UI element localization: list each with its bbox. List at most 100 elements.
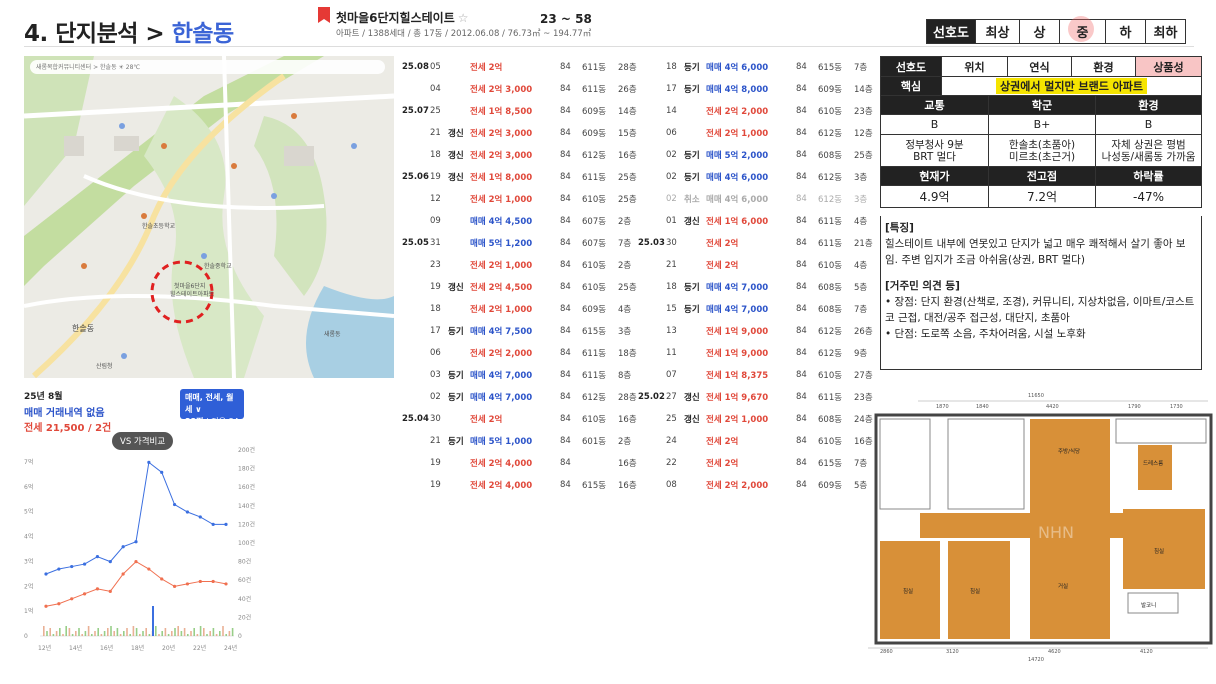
bookmark-icon[interactable] [318, 7, 330, 23]
transaction-row[interactable]: 25.02 27 갱신 전세 1억 9,670 84 611동 23층 [638, 386, 878, 408]
transaction-row[interactable]: 22 전세 2억 84 615동 7층 [638, 452, 878, 474]
transaction-row[interactable]: 18 전세 2억 1,000 84 609동 4층 [402, 298, 642, 320]
transaction-row[interactable]: 25.07 25 전세 1억 8,500 84 609동 14층 [402, 100, 642, 122]
transaction-row[interactable]: 19 전세 2억 4,000 84 16층 [402, 452, 642, 474]
price-header-drop: 하락률 [1095, 167, 1201, 185]
filter-dropdown[interactable]: 매매, 전세, 월세 ∨ 33평 | 전용 84㎡ [180, 389, 244, 438]
price-current: 4.9억 [919, 190, 950, 204]
tx-day: 21 [666, 260, 677, 270]
transaction-row[interactable]: 25.03 30 전세 2억 84 611동 21층 [638, 232, 878, 254]
transaction-row[interactable]: 25.04 30 전세 2억 84 610동 16층 [402, 408, 642, 430]
opinion-title: [거주민 의견 등] [885, 280, 960, 292]
transaction-row[interactable]: 21 등기 매매 5억 1,000 84 601동 2층 [402, 430, 642, 452]
transaction-row[interactable]: 25.05 31 매매 5억 1,200 84 607동 7층 [402, 232, 642, 254]
volume-bar [49, 628, 51, 636]
transaction-row[interactable]: 14 전세 2억 2,000 84 610동 23층 [638, 100, 878, 122]
tx-day: 06 [666, 128, 677, 138]
tx-building: 609동 [582, 129, 607, 139]
price-header-peak: 전고점 [988, 167, 1095, 185]
y-tick-left: 5억 [24, 508, 33, 516]
series-point [224, 582, 228, 586]
transaction-row[interactable]: 03 등기 매매 4억 7,000 84 611동 8층 [402, 364, 642, 386]
transaction-row[interactable]: 01 갱신 전세 1억 6,000 84 611동 4층 [638, 210, 878, 232]
transaction-row[interactable]: 18 갱신 전세 2억 3,000 84 612동 16층 [402, 144, 642, 166]
area-map[interactable]: 첫마을6단지 힐스테이트아파트 한솔동 한솔중학교 한솔초등학교 산림청 새롬동 [24, 56, 394, 378]
series-point [44, 572, 48, 576]
volume-bar [71, 634, 74, 636]
grade-option-mid-selected[interactable]: 중 [1059, 16, 1105, 43]
apartment-name[interactable]: 첫마을6단지힐스테이트 ☆ [336, 9, 469, 26]
feature-text: 힐스테이트 내부에 연못있고 단지가 넓고 매우 쾌적해서 살기 좋아 보임. … [885, 238, 1186, 266]
grade-label: 선호도 [927, 20, 975, 43]
tx-size: 84 [796, 436, 807, 446]
svg-text:산림청: 산림청 [96, 362, 113, 370]
tx-day: 21 [430, 436, 441, 446]
transaction-row[interactable]: 25 갱신 전세 2억 1,000 84 608동 24층 [638, 408, 878, 430]
price-chart[interactable]: 7억 6억 5억 4억 3억 2억 1억 0 200건 180건 160건 140건 120건 100건 8… [24, 440, 264, 652]
analysis-table: 선호도 위치 연식 환경 상품성 핵심 상권에서 멀지만 브랜드 아파트 교통 … [880, 56, 1202, 208]
transaction-row[interactable]: 18 등기 매매 4억 6,000 84 615동 7층 [638, 56, 878, 78]
grade-option-lowest[interactable]: 최하 [1145, 20, 1185, 43]
tx-size: 84 [560, 194, 571, 204]
tx-building: 607동 [582, 239, 607, 249]
volume-bar [228, 631, 231, 636]
transaction-row[interactable]: 11 전세 1억 9,000 84 612동 9층 [638, 342, 878, 364]
y-tick-left: 3억 [24, 557, 33, 565]
map-search-bar[interactable]: 새롬복합커뮤니티센터 > 한솔동 ☀ 28℃ [30, 60, 385, 74]
transaction-row[interactable]: 18 등기 매매 4억 7,000 84 608동 5층 [638, 276, 878, 298]
transaction-row[interactable]: 21 갱신 전세 2억 3,000 84 609동 15층 [402, 122, 642, 144]
transaction-row[interactable]: 25.06 19 갱신 전세 1억 8,000 84 611동 25층 [402, 166, 642, 188]
tx-price: 전세 2억 [706, 459, 739, 469]
transaction-row[interactable]: 25.08 05 전세 2억 84 611동 28층 [402, 56, 642, 78]
tx-day: 14 [666, 106, 677, 116]
transaction-row[interactable]: 02 등기 매매 4억 7,000 84 612동 28층 [402, 386, 642, 408]
transaction-row[interactable]: 02 등기 매매 4억 6,000 84 612동 3층 [638, 166, 878, 188]
tx-day: 19 [430, 172, 441, 182]
transaction-row[interactable]: 19 갱신 전세 2억 4,500 84 610동 25층 [402, 276, 642, 298]
transaction-row[interactable]: 06 전세 2억 2,000 84 611동 18층 [402, 342, 642, 364]
transaction-row[interactable]: 08 전세 2억 2,000 84 609동 5층 [638, 474, 878, 496]
tx-size: 84 [560, 304, 571, 314]
tx-building: 611동 [582, 371, 607, 381]
transaction-row[interactable]: 19 전세 2억 4,000 84 615동 16층 [402, 474, 642, 496]
core-value-cell: 상권에서 멀지만 브랜드 아파트 [941, 77, 1201, 95]
tx-price: 매매 4억 7,000 [470, 393, 533, 403]
transaction-row[interactable]: 21 전세 2억 84 610동 4층 [638, 254, 878, 276]
transaction-row[interactable]: 02 등기 매매 5억 2,000 84 608동 25층 [638, 144, 878, 166]
transaction-row[interactable]: 17 등기 매매 4억 8,000 84 609동 14층 [638, 78, 878, 100]
grade-option-top[interactable]: 최상 [975, 20, 1019, 43]
tx-price: 매매 4억 6,000 [706, 63, 769, 73]
tx-day: 02 [430, 392, 441, 402]
transaction-row[interactable]: 12 전세 2억 1,000 84 610동 25층 [402, 188, 642, 210]
volume-bar [187, 634, 189, 636]
transaction-row[interactable]: 24 전세 2억 84 610동 16층 [638, 430, 878, 452]
transaction-row[interactable]: 07 전세 1억 8,375 84 610동 27층 [638, 364, 878, 386]
volume-bar [129, 634, 131, 636]
grade-option-high[interactable]: 상 [1019, 20, 1059, 43]
tx-price: 매매 4억 6,000 [706, 173, 769, 183]
tx-size: 84 [796, 480, 807, 490]
floor-plan[interactable]: 11650 1870 1840 4420 1790 1730 2860 3120… [858, 393, 1216, 661]
transaction-row[interactable]: 15 등기 매매 4억 7,000 84 608동 7층 [638, 298, 878, 320]
transaction-row[interactable]: 13 전세 1억 9,000 84 612동 26층 [638, 320, 878, 342]
transaction-row[interactable]: 06 전세 2억 1,000 84 612동 12층 [638, 122, 878, 144]
volume-bar [103, 631, 106, 636]
tx-price: 매매 4억 6,000 [706, 195, 769, 205]
tx-price: 매매 5억 1,200 [470, 239, 533, 249]
y-tick-left: 4억 [24, 533, 33, 541]
tx-floor: 9층 [854, 349, 868, 359]
transaction-row[interactable]: 23 전세 2억 1,000 84 610동 2층 [402, 254, 642, 276]
jeonse-summary: 전세 21,500 / 2건 [24, 423, 112, 434]
transaction-row[interactable]: 17 등기 매매 4억 7,500 84 615동 3층 [402, 320, 642, 342]
tx-size: 84 [560, 370, 571, 380]
tx-day: 12 [430, 194, 441, 204]
transaction-row[interactable]: 02 취소 매매 4억 6,000 84 612동 3층 [638, 188, 878, 210]
tx-yearmonth: 25.08 [402, 62, 429, 72]
tx-price: 전세 1억 6,000 [706, 217, 769, 227]
star-icon[interactable]: ☆ [458, 11, 469, 25]
grade-option-low[interactable]: 하 [1105, 20, 1145, 43]
transaction-row[interactable]: 09 매매 4억 4,500 84 607동 2층 [402, 210, 642, 232]
transaction-row[interactable]: 04 전세 2억 3,000 84 611동 26층 [402, 78, 642, 100]
volume-bar [161, 631, 163, 636]
series-line [45, 461, 226, 575]
